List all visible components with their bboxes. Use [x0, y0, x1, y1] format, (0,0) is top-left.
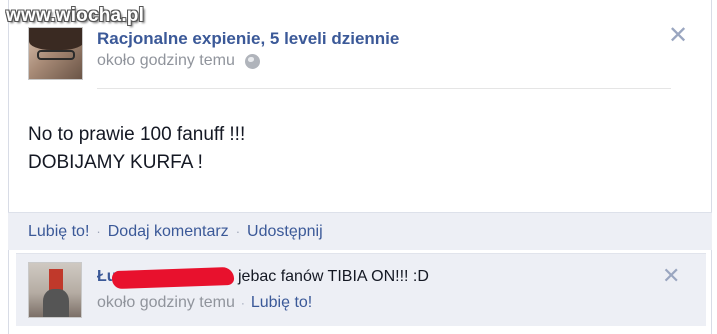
close-post-button[interactable]: ✕ — [668, 21, 688, 50]
author-avatar[interactable] — [28, 27, 83, 80]
comment-text: jebac fanów TIBIA ON!!! :D — [238, 268, 429, 285]
avatar-hair — [29, 28, 82, 50]
post-text-line-1: No to prawie 100 fanuff !!! — [28, 124, 246, 145]
action-separator: · — [96, 224, 101, 239]
comment-meta: około godziny temu · Lubię to! — [97, 294, 312, 312]
avatar-flag — [49, 269, 63, 291]
post-time-text[interactable]: około godziny temu — [97, 52, 235, 70]
avatar-glasses — [37, 50, 75, 60]
post-timestamp: około godziny temu — [97, 52, 260, 70]
watermark: www.wiocha.pl — [6, 5, 145, 26]
comment-separator: · — [240, 296, 245, 310]
close-comment-button[interactable]: ✕ — [662, 263, 680, 289]
comment-item: Łu jebac fanów TIBIA ON!!! :D około godz… — [16, 253, 706, 326]
globe-icon[interactable] — [244, 53, 260, 69]
post-actions-bar: Lubię to! · Dodaj komentarz · Udostępnij — [8, 212, 712, 250]
like-link[interactable]: Lubię to! — [28, 223, 89, 241]
post-body: No to prawie 100 fanuff !!! DOBIJAMY KUR… — [28, 121, 245, 177]
post-text-line-2: DOBIJAMY KURFA ! — [28, 152, 203, 173]
comment-timestamp[interactable]: około godziny temu — [97, 294, 235, 312]
commenter-avatar[interactable] — [28, 262, 82, 318]
post-author-link[interactable]: Racjonalne expienie, 5 leveli dziennie — [97, 29, 399, 49]
add-comment-link[interactable]: Dodaj komentarz — [108, 223, 229, 241]
comment-like-link[interactable]: Lubię to! — [251, 294, 312, 312]
action-separator: · — [235, 224, 241, 239]
header-divider — [97, 88, 671, 89]
redaction-scribble — [111, 266, 235, 290]
share-link[interactable]: Udostępnij — [247, 223, 323, 241]
avatar-person — [43, 289, 69, 317]
